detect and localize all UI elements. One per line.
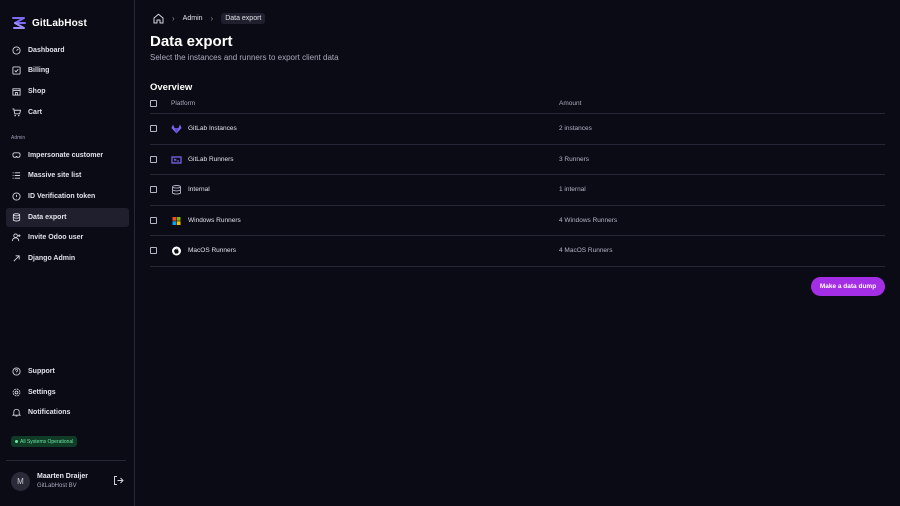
sidebar-item-cart[interactable]: Cart [6,103,129,122]
breadcrumb-item-admin[interactable]: Admin [183,15,203,22]
platform-amount: 4 MacOS Runners [559,247,613,254]
platform-amount: 1 internal [559,186,586,193]
sidebar-item-label: Impersonate customer [28,152,104,159]
make-data-dump-button[interactable]: Make a data dump [811,277,885,296]
chevron-right-icon: › [210,13,214,23]
sidebar-item-massive-site-list[interactable]: Massive site list [6,166,129,185]
platform-name: MacOS Runners [188,247,237,254]
platform-name: GitLab Runners [188,155,234,163]
user-plus-icon [12,233,21,242]
verification-icon [12,192,21,201]
sidebar-item-dashboard[interactable]: Dashboard [6,41,129,60]
sidebar-item-support[interactable]: Support [6,362,129,381]
row-checkbox[interactable] [150,155,157,163]
row-checkbox[interactable] [150,247,157,254]
sidebar-item-impersonate-customer[interactable]: Impersonate customer [6,146,129,165]
billing-icon [12,66,21,75]
settings-icon [12,388,21,397]
table-header: Platform Amount [150,96,885,114]
sidebar-item-settings[interactable]: Settings [6,383,129,402]
sidebar-item-label: Billing [28,67,50,74]
database-icon [12,213,21,222]
dashboard-icon [12,46,21,55]
sidebar-item-billing[interactable]: Billing [6,61,129,80]
sidebar-item-label: Dashboard [28,47,65,54]
database-icon [171,185,182,195]
sidebar-item-label: Data export [28,214,67,221]
sidebar-item-label: Massive site list [28,172,82,179]
status-text: All Systems Operational [20,438,74,445]
page-title: Data export [150,33,233,50]
breadcrumb: › Admin › Data export [153,11,266,25]
platform-name: Windows Runners [188,216,241,224]
table-row[interactable]: MacOS Runners 4 MacOS Runners [150,236,885,267]
table-row[interactable]: Windows Runners 4 Windows Runners [150,206,885,236]
table-row[interactable]: GitLab Runners 3 Runners [150,145,885,175]
sidebar-section-admin: Admin [11,135,26,141]
avatar[interactable]: M [11,472,30,491]
user-organization: GitLabHost BV [37,483,77,489]
sidebar: GitLabHost Dashboard Billing Shop Cart A… [0,0,135,506]
platform-amount: 4 Windows Runners [559,216,618,224]
apple-icon [171,246,182,256]
brand[interactable]: GitLabHost [11,14,87,32]
sidebar-item-label: Settings [28,389,56,396]
runner-icon [171,155,182,165]
status-badge[interactable]: All Systems Operational [11,436,78,447]
logout-icon[interactable] [113,475,124,486]
sidebar-item-label: Shop [28,88,46,95]
table-row[interactable]: GitLab Instances 2 instances [150,114,885,145]
sidebar-item-django-admin[interactable]: Django Admin [6,249,129,268]
windows-icon [171,216,182,226]
bell-icon [12,408,21,417]
status-dot-icon [15,440,18,443]
brand-name: GitLabHost [32,17,87,29]
platform-amount: 2 instances [559,125,592,132]
platform-table: Platform Amount GitLab Instances 2 insta… [150,96,885,267]
cart-icon [12,108,21,117]
sidebar-item-label: Support [28,368,55,375]
sidebar-item-id-verification-token[interactable]: ID Verification token [6,187,129,206]
page-subtitle: Select the instances and runners to expo… [150,53,339,62]
list-icon [12,171,21,180]
platform-amount: 3 Runners [559,155,589,163]
chevron-right-icon: › [172,13,175,23]
section-title: Overview [150,82,193,93]
platform-name: GitLab Instances [188,125,237,132]
row-checkbox[interactable] [150,125,157,132]
sidebar-item-label: Notifications [28,409,71,416]
select-all-checkbox[interactable] [150,100,157,107]
sidebar-item-label: Django Admin [28,255,76,262]
gitlab-icon [171,124,182,134]
sidebar-item-invite-odoo-user[interactable]: Invite Odoo user [6,228,129,247]
sidebar-item-data-export[interactable]: Data export [6,208,129,227]
row-checkbox[interactable] [150,186,157,193]
column-header-platform: Platform [171,100,196,107]
shop-icon [12,87,21,96]
sidebar-item-shop[interactable]: Shop [6,82,129,101]
sidebar-item-notifications[interactable]: Notifications [6,403,129,422]
sidebar-item-label: Invite Odoo user [28,234,84,241]
column-header-amount: Amount [559,100,582,107]
divider [6,460,126,461]
home-icon[interactable] [153,13,164,24]
arrow-up-right-icon [12,254,21,263]
impersonate-icon [12,151,21,160]
sidebar-item-label: Cart [28,109,43,116]
breadcrumb-item-current[interactable]: Data export [221,12,266,24]
platform-name: Internal [188,186,210,193]
sidebar-item-label: ID Verification token [28,193,96,200]
support-icon [12,367,21,376]
row-checkbox[interactable] [150,216,157,224]
table-row[interactable]: Internal 1 internal [150,175,885,206]
gitlabhost-logo-icon [11,15,27,31]
user-name: Maarten Draijer [37,473,88,480]
